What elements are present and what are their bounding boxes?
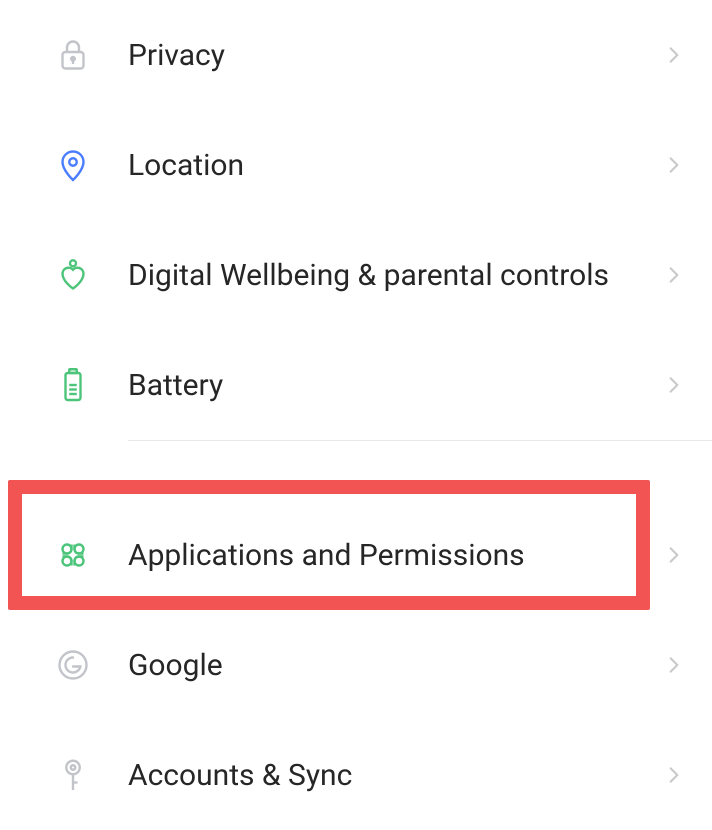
google-icon (52, 644, 94, 686)
settings-item-accounts[interactable]: Accounts & Sync (0, 720, 712, 830)
settings-item-label: Accounts & Sync (128, 756, 664, 795)
location-pin-icon (52, 144, 94, 186)
settings-item-privacy[interactable]: Privacy (0, 0, 712, 110)
settings-item-label: Digital Wellbeing & parental controls (128, 256, 664, 295)
settings-item-battery[interactable]: Battery (0, 330, 712, 440)
chevron-right-icon (664, 45, 684, 65)
settings-item-label: Battery (128, 366, 664, 405)
settings-item-google[interactable]: Google (0, 610, 712, 720)
wellbeing-icon (52, 254, 94, 296)
chevron-right-icon (664, 265, 684, 285)
battery-icon (52, 364, 94, 406)
chevron-right-icon (664, 155, 684, 175)
settings-item-location[interactable]: Location (0, 110, 712, 220)
settings-list: Privacy Location Digital Wellbeing & par… (0, 0, 712, 830)
settings-item-wellbeing[interactable]: Digital Wellbeing & parental controls (0, 220, 712, 330)
chevron-right-icon (664, 375, 684, 395)
lock-icon (52, 34, 94, 76)
settings-item-label: Location (128, 146, 664, 185)
section-divider (0, 440, 712, 500)
settings-item-apps[interactable]: Applications and Permissions (0, 500, 712, 610)
chevron-right-icon (664, 545, 684, 565)
key-icon (52, 754, 94, 796)
chevron-right-icon (664, 655, 684, 675)
settings-item-label: Applications and Permissions (128, 536, 664, 575)
apps-icon (52, 534, 94, 576)
settings-item-label: Privacy (128, 36, 664, 75)
settings-item-label: Google (128, 646, 664, 685)
chevron-right-icon (664, 765, 684, 785)
